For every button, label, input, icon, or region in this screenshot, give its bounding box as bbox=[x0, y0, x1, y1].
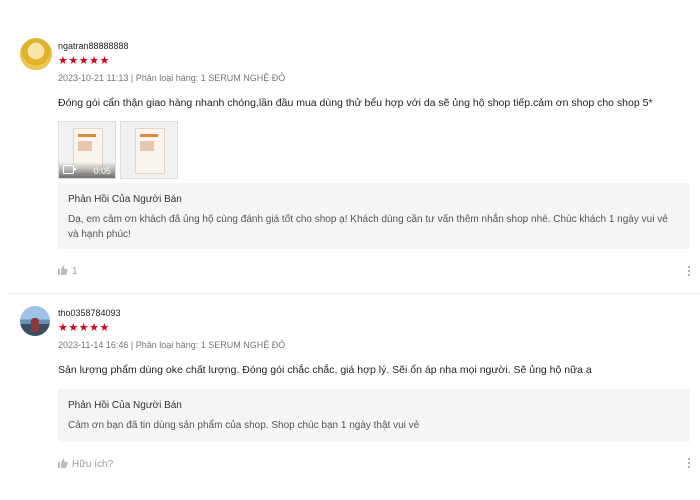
review-image-thumbnail[interactable] bbox=[120, 121, 178, 179]
review-divider bbox=[8, 293, 700, 294]
review-content: Sản lượng phẩm dùng oke chất lượng. Đóng… bbox=[58, 364, 592, 376]
seller-reply-text: Dạ, em cảm ơn khách đã ủng hộ cùng đánh … bbox=[68, 214, 668, 240]
rating-stars: ★★★★★ bbox=[58, 55, 110, 67]
review-meta: 2023-10-21 11:13 | Phân loại hàng: 1 SER… bbox=[58, 73, 286, 83]
like-count: 1 bbox=[72, 266, 78, 277]
seller-reply: Phản Hồi Của Người Bán Dạ, em cảm ơn khá… bbox=[58, 183, 690, 249]
username[interactable]: tho0358784093 bbox=[58, 308, 121, 318]
username[interactable]: ngatran88888888 bbox=[58, 41, 129, 51]
video-duration: 0:05 bbox=[93, 166, 111, 176]
thumbs-up-icon bbox=[58, 458, 68, 468]
more-options-icon[interactable] bbox=[688, 458, 691, 470]
avatar[interactable] bbox=[20, 306, 50, 336]
helpful-button[interactable]: Hữu ích? bbox=[58, 458, 113, 470]
seller-reply: Phản Hồi Của Người Bán Cảm ơn bạn đã tin… bbox=[58, 389, 690, 442]
helpful-label: Hữu ích? bbox=[72, 459, 114, 470]
avatar[interactable] bbox=[20, 38, 52, 70]
rating-stars: ★★★★★ bbox=[58, 322, 110, 334]
thumbs-up-icon bbox=[58, 265, 68, 275]
like-button[interactable]: 1 bbox=[58, 265, 78, 277]
seller-reply-title: Phản Hồi Của Người Bán bbox=[68, 400, 182, 411]
review-meta: 2023-11-14 16:46 | Phân loại hàng: 1 SER… bbox=[58, 340, 286, 350]
video-camera-icon bbox=[63, 165, 77, 174]
review-content: Đóng gói cẩn thận giao hàng nhanh chóng,… bbox=[58, 97, 653, 109]
product-image bbox=[135, 128, 165, 174]
seller-reply-text: Cảm ơn bạn đã tin dùng sản phẩm của shop… bbox=[68, 420, 420, 431]
seller-reply-title: Phản Hồi Của Người Bán bbox=[68, 194, 182, 205]
more-options-icon[interactable] bbox=[688, 266, 691, 278]
review-video-thumbnail[interactable]: 0:05 bbox=[58, 121, 116, 179]
